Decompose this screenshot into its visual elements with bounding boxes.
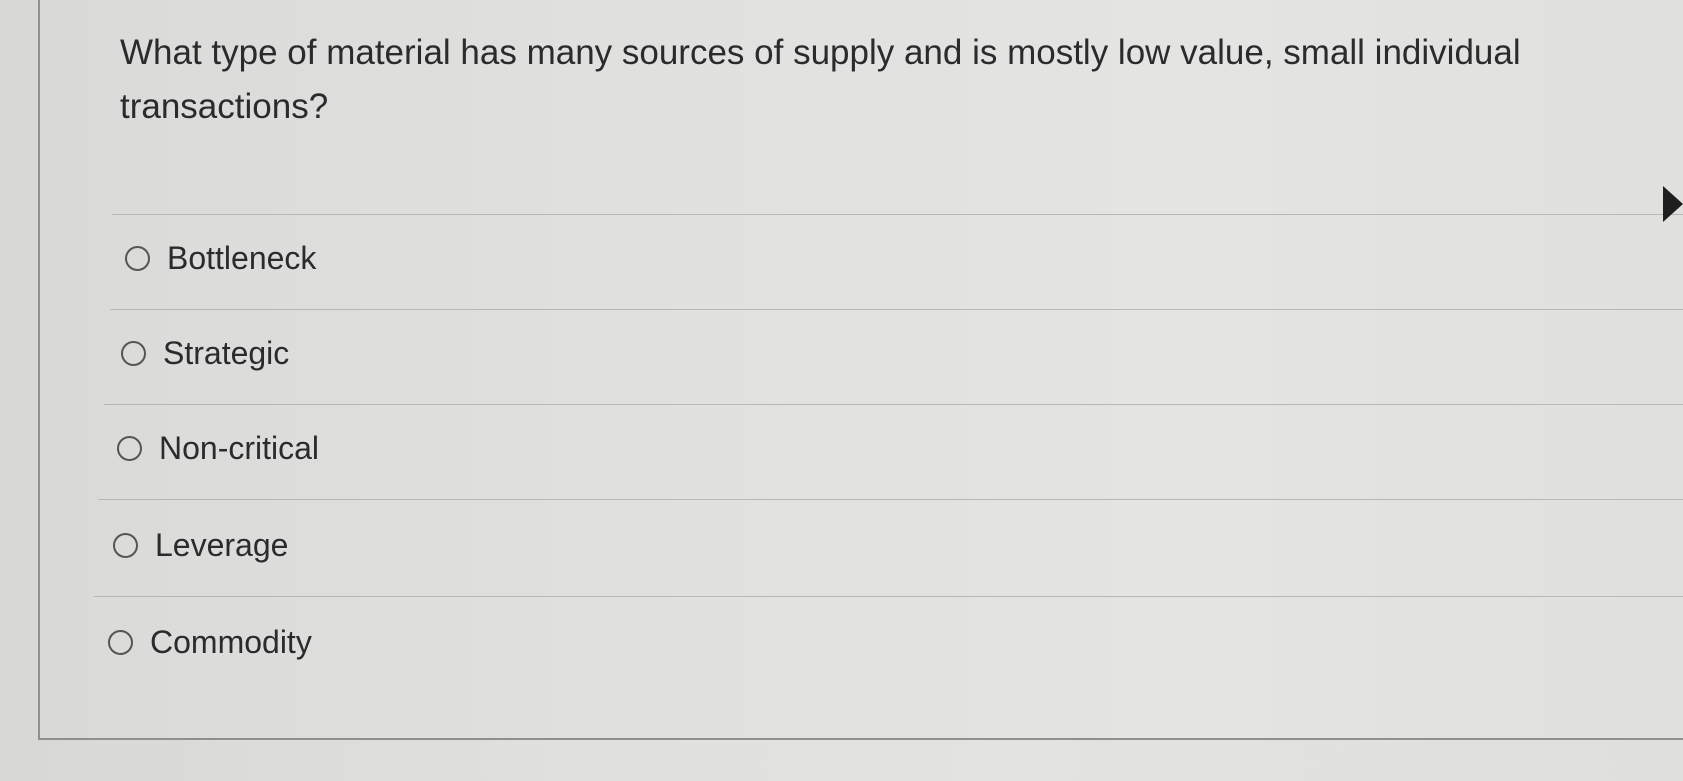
radio-button-icon[interactable]: [121, 341, 146, 366]
option-strategic[interactable]: Strategic: [121, 335, 289, 372]
option-non-critical[interactable]: Non-critical: [117, 430, 319, 467]
option-leverage[interactable]: Leverage: [113, 527, 288, 564]
option-label: Strategic: [163, 335, 290, 371]
divider: [112, 214, 1683, 215]
divider: [94, 596, 1683, 597]
option-label: Leverage: [155, 527, 289, 563]
divider: [104, 404, 1683, 405]
divider: [110, 309, 1683, 310]
radio-button-icon[interactable]: [125, 246, 150, 271]
option-label: Bottleneck: [167, 240, 317, 276]
mouse-pointer-icon: [1663, 186, 1683, 222]
option-bottleneck[interactable]: Bottleneck: [125, 240, 316, 277]
option-label: Non-critical: [159, 430, 320, 466]
radio-button-icon[interactable]: [113, 533, 138, 558]
option-label: Commodity: [150, 624, 312, 660]
radio-button-icon[interactable]: [108, 630, 133, 655]
option-commodity[interactable]: Commodity: [108, 624, 312, 661]
divider: [98, 499, 1683, 500]
question-text: What type of material has many sources o…: [120, 33, 1521, 126]
radio-button-icon[interactable]: [117, 436, 142, 461]
